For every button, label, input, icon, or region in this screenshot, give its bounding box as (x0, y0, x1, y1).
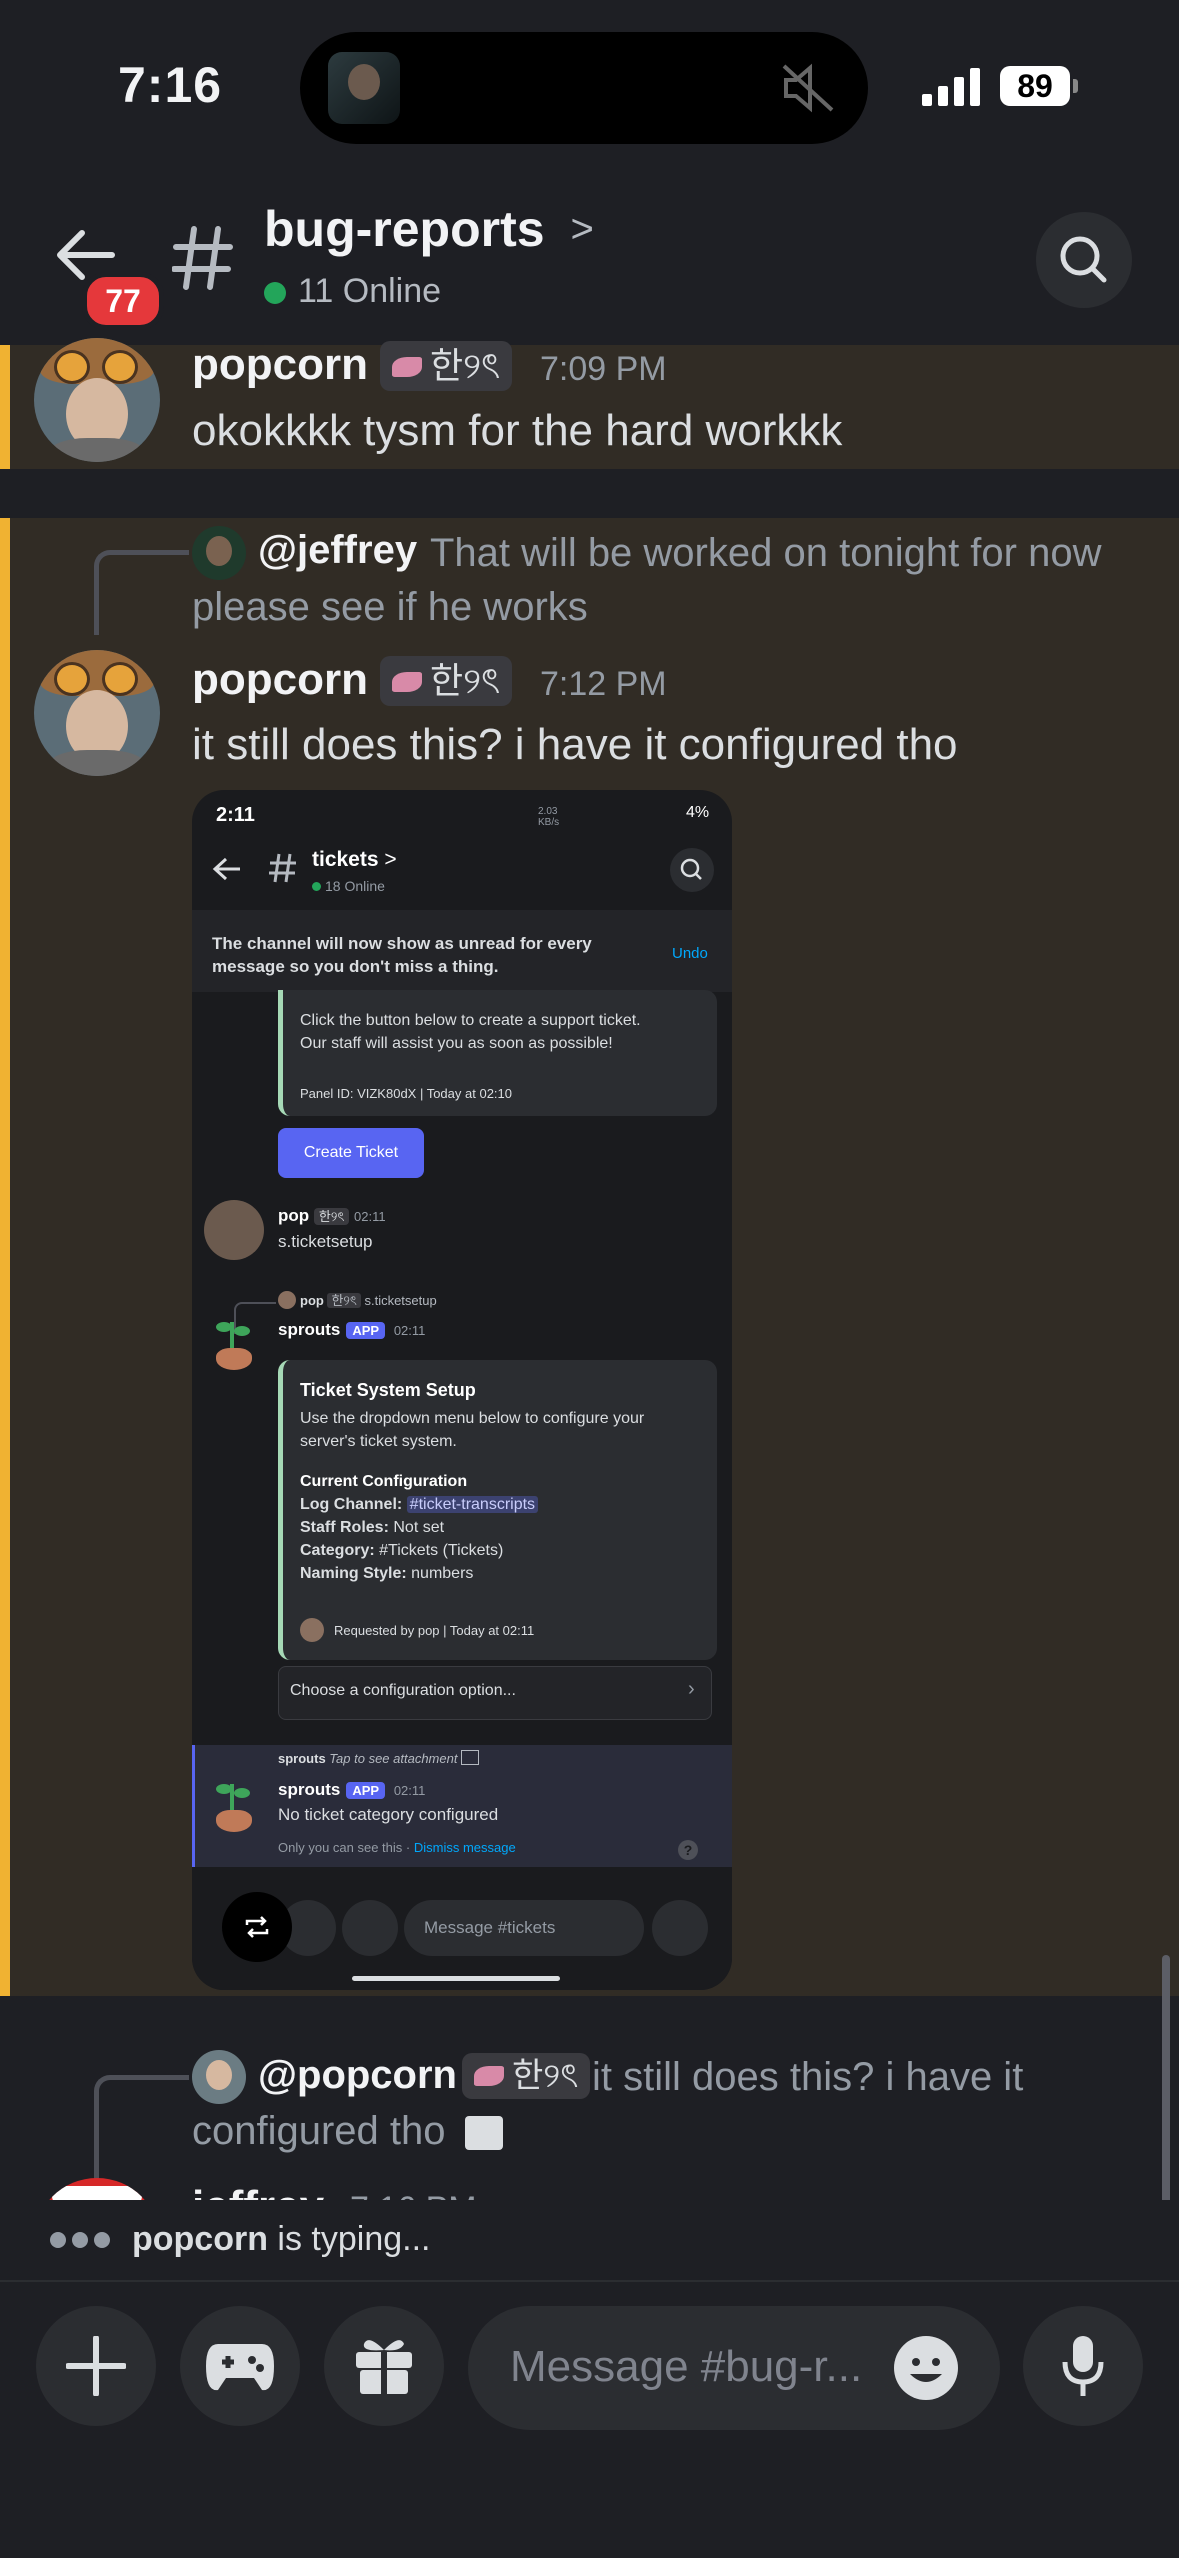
reply-preview[interactable]: That will be worked on tonight for now pl… (192, 526, 1152, 634)
leaf-icon (392, 672, 422, 692)
avatar[interactable] (34, 338, 160, 462)
embed-hashtag-icon (269, 853, 296, 883)
search-icon (1036, 212, 1132, 308)
embed-mic-button (652, 1900, 708, 1956)
embed-bot-name: sprouts APP 02:11 (278, 1320, 426, 1339)
embed-notice-text: The channel will now show as unread for … (212, 934, 592, 976)
reply-preview[interactable]: configured tho (192, 2104, 503, 2158)
repeat-icon (245, 1916, 269, 1938)
image-attachment[interactable]: 2:11 2.03 KB/s 4% tickets > 18 Online Th… (192, 790, 732, 1990)
battery-indicator: 89 (1000, 66, 1078, 106)
embed-staff-roles: Staff Roles: Not set (300, 1519, 445, 1536)
embed-help-icon: ? (678, 1840, 698, 1860)
embed-card-footer: Panel ID: VIZK80dX | Today at 02:10 (300, 1086, 512, 1101)
embed-setup-desc1: Use the dropdown menu below to configure… (300, 1410, 645, 1427)
embed-bot-avatar (212, 1780, 256, 1836)
embed-setup-desc2: server's ticket system. (300, 1433, 457, 1450)
embed-log-channel: Log Channel: #ticket-transcripts (300, 1496, 539, 1514)
embed-naming-style: Naming Style: numbers (300, 1565, 474, 1582)
typing-dots-icon (50, 2232, 116, 2253)
embed-category: Category: #Tickets (Tickets) (300, 1542, 504, 1559)
avatar[interactable] (34, 650, 160, 776)
refresh-overlay-button (222, 1892, 292, 1962)
channel-title[interactable]: bug-reports > (264, 200, 594, 258)
embed-input-placeholder: Message #tickets (424, 1918, 556, 1937)
embed-status-time: 2:11 (216, 804, 255, 826)
embed-config-heading: Current Configuration (300, 1473, 468, 1490)
typing-text: popcorn is typing... (132, 2220, 431, 2258)
channel-name: bug-reports (264, 201, 545, 257)
online-count: 11 Online (264, 272, 441, 311)
activities-button[interactable] (180, 2306, 300, 2426)
embed-msg-text: s.ticketsetup (278, 1232, 373, 1251)
add-button[interactable] (36, 2306, 156, 2426)
microphone-icon (1062, 2336, 1104, 2396)
message-timestamp: 7:12 PM (540, 665, 667, 703)
embed-search-icon (670, 848, 714, 892)
embed-msg-author: pop 한୨ৎ 02:11 (278, 1206, 386, 1225)
embed-attachment-reply: sprouts Tap to see attachment (278, 1750, 480, 1766)
message-timestamp: 7:09 PM (540, 350, 667, 388)
embed-network-speed: 2.03 KB/s (538, 806, 560, 828)
gift-icon (356, 2340, 412, 2394)
embed-undo: Undo (672, 945, 708, 962)
embed-card-line2: Our staff will assist you as soon as pos… (300, 1035, 613, 1052)
embed-bot2-name: sprouts APP 02:11 (278, 1780, 426, 1799)
mute-icon (782, 63, 834, 113)
chevron-right-icon: > (570, 207, 594, 251)
gift-button[interactable] (324, 2306, 444, 2426)
reply-avatar (192, 2050, 246, 2104)
embed-create-ticket-button: Create Ticket (278, 1128, 424, 1178)
embed-avatar (204, 1200, 264, 1260)
status-bar: 7:16 89 (0, 0, 1179, 175)
reply-mention[interactable]: @popcorn (258, 2053, 457, 2098)
embed-bot-avatar (212, 1318, 256, 1374)
message-text: it still does this? i have it configured… (192, 720, 958, 769)
message-author[interactable]: popcorn (192, 340, 368, 390)
embed-setup-footer: Requested by pop | Today at 02:11 (300, 1618, 534, 1642)
leaf-icon (474, 2066, 504, 2086)
embed-home-indicator (352, 1976, 560, 1981)
embed-select-placeholder: Choose a configuration option... (290, 1682, 516, 1699)
server-tag: 한୨ৎ (462, 2053, 591, 2099)
embed-online: 18 Online (312, 878, 385, 894)
image-icon (464, 2116, 503, 2150)
message-author[interactable]: popcorn (192, 655, 368, 705)
leaf-icon (392, 357, 422, 377)
dynamic-island (300, 32, 868, 144)
message-input[interactable]: Message #bug-r... (468, 2306, 1000, 2430)
embed-channel-name: tickets > (312, 848, 397, 871)
scrollbar[interactable] (1162, 1955, 1170, 2205)
embed-select-chevron-icon: › (688, 1678, 695, 1700)
now-playing-thumbnail (328, 52, 400, 124)
gamepad-icon (206, 2344, 274, 2391)
voice-message-button[interactable] (1023, 2306, 1143, 2426)
signal-icon (922, 68, 980, 106)
embed-card-line1: Click the button below to create a suppo… (300, 1012, 641, 1029)
embed-battery: 4% (686, 804, 710, 821)
embed-ephemeral-note: Only you can see this · Dismiss message (278, 1840, 516, 1855)
server-tag: 한୨ৎ (380, 341, 513, 391)
plus-icon (66, 2336, 126, 2396)
server-tag: 한୨ৎ (380, 656, 513, 706)
embed-circle-button (342, 1900, 398, 1956)
reply-connector (94, 2075, 189, 2190)
unread-badge: 77 (82, 272, 164, 330)
emoji-icon[interactable] (892, 2334, 960, 2402)
reply-preview[interactable]: it still does this? i have it (592, 2050, 1023, 2104)
typing-indicator: popcorn is typing... (0, 2200, 1179, 2280)
embed-reply: pop 한୨ৎ s.ticketsetup (278, 1290, 437, 1313)
hashtag-icon (172, 226, 233, 290)
embed-bot2-text: No ticket category configured (278, 1805, 499, 1824)
embed-setup-title: Ticket System Setup (300, 1380, 476, 1400)
reply-connector (94, 550, 189, 635)
message-input-placeholder: Message #bug-r... (510, 2342, 863, 2391)
message-text: okokkkk tysm for the hard workkk (192, 406, 843, 455)
status-time: 7:16 (118, 57, 223, 113)
online-dot-icon (264, 282, 286, 304)
embed-back-arrow-icon (212, 857, 240, 881)
